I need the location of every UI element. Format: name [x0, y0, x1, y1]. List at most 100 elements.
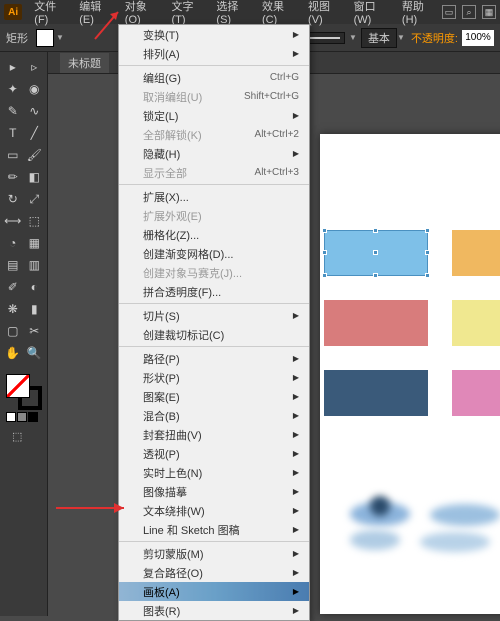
gradient-tool[interactable]: ▥ [24, 254, 46, 276]
menu-window[interactable]: 窗口(W) [348, 0, 396, 26]
menu-view[interactable]: 视图(V) [302, 0, 348, 26]
resize-handle[interactable] [425, 228, 430, 233]
perspective-tool[interactable]: ▦ [24, 232, 46, 254]
menu-item[interactable]: 画板(A)▶ [119, 582, 309, 601]
pen-tool[interactable]: ✎ [2, 100, 24, 122]
menu-effect[interactable]: 效果(C) [256, 0, 302, 26]
menu-select[interactable]: 选择(S) [210, 0, 256, 26]
mesh-tool[interactable]: ▤ [2, 254, 24, 276]
resize-handle[interactable] [425, 250, 430, 255]
rectangle-tool[interactable]: ▭ [2, 144, 24, 166]
menu-item-label: 图表(R) [143, 603, 180, 619]
menu-item[interactable]: 锁定(L)▶ [119, 106, 309, 125]
menu-item[interactable]: 栅格化(Z)... [119, 225, 309, 244]
caret-icon[interactable]: ▼ [397, 33, 405, 42]
menu-item: 取消编组(U)Shift+Ctrl+G [119, 87, 309, 106]
type-tool[interactable]: T [2, 122, 24, 144]
caret-icon[interactable]: ▼ [349, 33, 357, 42]
center-handle[interactable] [373, 250, 378, 255]
document-tab[interactable]: 未标题 [60, 53, 109, 73]
shaper-tool[interactable]: ✏ [2, 166, 24, 188]
resize-handle[interactable] [322, 273, 327, 278]
resize-handle[interactable] [425, 273, 430, 278]
menu-item[interactable]: 切片(S)▶ [119, 306, 309, 325]
opacity-field[interactable]: 100% [462, 30, 494, 46]
menu-item[interactable]: 剪切蒙版(M)▶ [119, 544, 309, 563]
width-tool[interactable]: ⟷ [2, 210, 24, 232]
menu-item[interactable]: 路径(P)▶ [119, 349, 309, 368]
magic-wand-tool[interactable]: ✦ [2, 78, 24, 100]
direct-selection-tool[interactable]: ▹ [24, 56, 46, 78]
menu-file[interactable]: 文件(F) [28, 0, 73, 26]
menu-item[interactable]: 拼合透明度(F)... [119, 282, 309, 301]
menu-item-label: 显示全部 [143, 165, 187, 181]
menu-item[interactable]: 图案(E)▶ [119, 387, 309, 406]
selection-tool[interactable]: ▸ [2, 56, 24, 78]
fill-color[interactable] [6, 374, 30, 398]
artboard-tool[interactable]: ▢ [2, 320, 24, 342]
rotate-tool[interactable]: ↻ [2, 188, 24, 210]
layout-icon[interactable]: ▭ [442, 5, 456, 19]
menu-item[interactable]: 扩展(X)... [119, 187, 309, 206]
color-swatches[interactable] [6, 374, 42, 410]
resize-handle[interactable] [322, 250, 327, 255]
mini-swatch[interactable] [17, 412, 27, 422]
rectangle-yellow[interactable] [452, 300, 500, 346]
zoom-tool[interactable]: 🔍 [24, 342, 46, 364]
menu-help[interactable]: 帮助(H) [396, 0, 442, 26]
free-transform-tool[interactable]: ⬚ [24, 210, 46, 232]
lasso-tool[interactable]: ◉ [24, 78, 46, 100]
menu-item[interactable]: 图表(R)▶ [119, 601, 309, 620]
slice-tool[interactable]: ✂ [24, 320, 46, 342]
resize-handle[interactable] [322, 228, 327, 233]
paintbrush-tool[interactable]: 🖌 [24, 144, 46, 166]
menu-item[interactable]: 创建裁切标记(C) [119, 325, 309, 344]
hand-tool[interactable]: ✋ [2, 342, 24, 364]
rectangle-navy[interactable] [324, 370, 428, 416]
menu-separator [119, 65, 309, 66]
menu-item[interactable]: 封套扭曲(V)▶ [119, 425, 309, 444]
menu-item[interactable]: 实时上色(N)▶ [119, 463, 309, 482]
artboard[interactable] [320, 134, 500, 614]
symbol-sprayer-tool[interactable]: ❋ [2, 298, 24, 320]
scale-tool[interactable]: ⤢ [24, 188, 46, 210]
curvature-tool[interactable]: ∿ [24, 100, 46, 122]
menu-item: 扩展外观(E) [119, 206, 309, 225]
resize-handle[interactable] [373, 273, 378, 278]
menu-item[interactable]: 创建渐变网格(D)... [119, 244, 309, 263]
submenu-arrow-icon: ▶ [293, 487, 299, 496]
menu-item[interactable]: 隐藏(H)▶ [119, 144, 309, 163]
shape-builder-tool[interactable]: ◔ [2, 232, 24, 254]
menu-type[interactable]: 文字(T) [165, 0, 210, 26]
rectangle-orange[interactable] [452, 230, 500, 276]
mini-swatch[interactable] [28, 412, 38, 422]
style-basic[interactable]: 基本 [361, 28, 397, 48]
selected-rectangle[interactable] [324, 230, 428, 276]
menu-item[interactable]: 文本绕排(W)▶ [119, 501, 309, 520]
menu-item[interactable]: 透视(P)▶ [119, 444, 309, 463]
menu-item[interactable]: 形状(P)▶ [119, 368, 309, 387]
fill-stroke-swatches[interactable]: ▼ [36, 29, 64, 47]
fill-swatch[interactable] [36, 29, 54, 47]
line-tool[interactable]: ╱ [24, 122, 46, 144]
search-icon[interactable]: ⌕ [462, 5, 476, 19]
menu-item[interactable]: 排列(A)▶ [119, 44, 309, 63]
arrange-icon[interactable]: ▦ [482, 5, 496, 19]
menu-item[interactable]: 变换(T)▶ [119, 25, 309, 44]
eraser-tool[interactable]: ◧ [24, 166, 46, 188]
menu-item[interactable]: 编组(G)Ctrl+G [119, 68, 309, 87]
screen-mode-icon[interactable]: ⬚ [12, 430, 45, 443]
eyedropper-tool[interactable]: ✐ [2, 276, 24, 298]
submenu-arrow-icon: ▶ [293, 525, 299, 534]
rectangle-red[interactable] [324, 300, 428, 346]
menu-item[interactable]: 混合(B)▶ [119, 406, 309, 425]
blend-tool[interactable]: ◐ [24, 276, 46, 298]
caret-icon[interactable]: ▼ [56, 33, 64, 42]
menu-item[interactable]: Line 和 Sketch 图稿▶ [119, 520, 309, 539]
rectangle-pink[interactable] [452, 370, 500, 416]
menu-item[interactable]: 复合路径(O)▶ [119, 563, 309, 582]
menu-item[interactable]: 图像描摹▶ [119, 482, 309, 501]
resize-handle[interactable] [373, 228, 378, 233]
mini-swatch[interactable] [6, 412, 16, 422]
graph-tool[interactable]: ▮ [24, 298, 46, 320]
